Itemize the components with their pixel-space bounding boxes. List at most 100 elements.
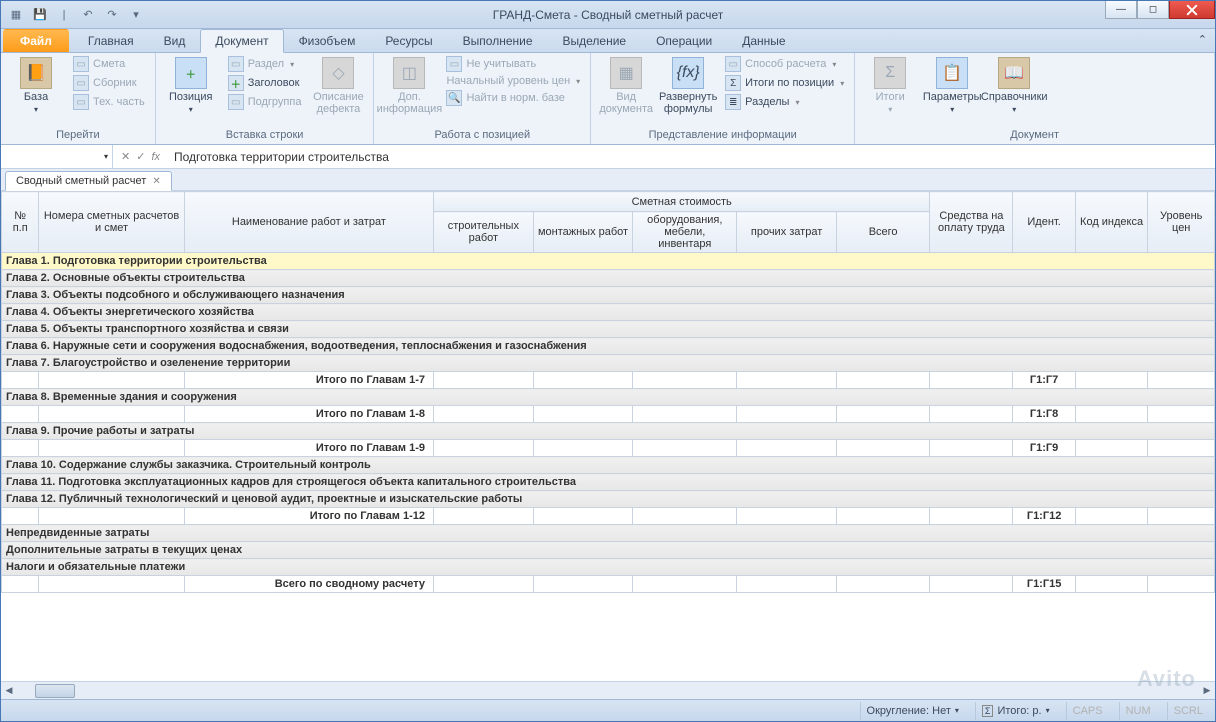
ribbon-tabs: Файл Главная Вид Документ Физобъем Ресур… [1, 29, 1215, 53]
table-row[interactable]: Итого по Главам 1-9Г1:Г9 [2, 440, 1215, 457]
sections-button[interactable]: ≣Разделы▾ [721, 93, 848, 111]
data-table[interactable]: № п.п Номера сметных расчетов и смет Наи… [1, 191, 1215, 593]
col-labor[interactable]: Средства на оплату труда [930, 192, 1013, 253]
col-cost-group[interactable]: Сметная стоимость [434, 192, 930, 212]
grid-area: № п.п Номера сметных расчетов и смет Наи… [1, 191, 1215, 699]
table-row[interactable]: Глава 8. Временные здания и сооружения [2, 389, 1215, 406]
addinfo-button[interactable]: ◫ Доп. информация [380, 55, 438, 117]
table-row[interactable]: Непредвиденные затраты [2, 525, 1215, 542]
table-row[interactable]: Итого по Главам 1-7Г1:Г7 [2, 372, 1215, 389]
fx-accept-icon[interactable]: ✓ [136, 150, 145, 163]
col-mount[interactable]: монтажных работ [533, 212, 633, 253]
table-row[interactable]: Глава 5. Объекты транспортного хозяйства… [2, 321, 1215, 338]
table-row[interactable]: Глава 9. Прочие работы и затраты [2, 423, 1215, 440]
table-row[interactable]: Глава 10. Содержание службы заказчика. С… [2, 457, 1215, 474]
col-ident[interactable]: Идент. [1013, 192, 1075, 253]
formula-bar: ▾ ✕ ✓ fx Подготовка территории строитель… [1, 145, 1215, 169]
techpart-icon: ▭ [73, 94, 89, 110]
params-button[interactable]: 📋 Параметры ▾ [923, 55, 981, 116]
table-row[interactable]: Глава 2. Основные объекты строительства [2, 270, 1215, 287]
document-tab-close-icon[interactable]: ✕ [152, 176, 160, 187]
table-row[interactable]: Дополнительные затраты в текущих ценах [2, 542, 1215, 559]
table-row[interactable]: Глава 1. Подготовка территории строитель… [2, 253, 1215, 270]
tab-resources[interactable]: Ресурсы [370, 29, 447, 52]
totals-icon: Σ [725, 75, 741, 91]
qat-dropdown-icon[interactable]: ▾ [127, 6, 145, 24]
table-row[interactable]: Глава 4. Объекты энергетического хозяйст… [2, 304, 1215, 321]
tab-main[interactable]: Главная [73, 29, 149, 52]
subgroup-button[interactable]: ▭Подгруппа [224, 93, 306, 111]
refs-button[interactable]: 📖 Справочники ▾ [985, 55, 1043, 116]
document-tab[interactable]: Сводный сметный расчет ✕ [5, 171, 172, 191]
cell-reference-box[interactable]: ▾ [1, 145, 113, 168]
ignore-button[interactable]: ▭Не учитывать [442, 55, 584, 73]
totals-button[interactable]: Σ Итоги ▾ [861, 55, 919, 116]
col-build[interactable]: строительных работ [434, 212, 534, 253]
table-row[interactable]: Глава 6. Наружные сети и сооружения водо… [2, 338, 1215, 355]
table-row[interactable]: Итого по Главам 1-8Г1:Г8 [2, 406, 1215, 423]
table-row[interactable]: Глава 7. Благоустройство и озеленение те… [2, 355, 1215, 372]
docview-icon: ▦ [610, 57, 642, 89]
section-button[interactable]: ▭Раздел▾ [224, 55, 306, 73]
defect-icon: ◇ [322, 57, 354, 89]
title-bar: ▦ 💾 | ↶ ↷ ▾ ГРАНД-Смета - Сводный сметны… [1, 1, 1215, 29]
defect-desc-button[interactable]: ◇ Описание дефекта [309, 55, 367, 117]
col-name[interactable]: Наименование работ и затрат [184, 192, 433, 253]
scroll-right-icon[interactable]: ▶ [1199, 683, 1215, 699]
scroll-left-icon[interactable]: ◀ [1, 683, 17, 699]
table-row[interactable]: Итого по Главам 1-12Г1:Г12 [2, 508, 1215, 525]
tab-physvol[interactable]: Физобъем [284, 29, 371, 52]
expand-formulas-button[interactable]: {fx} Развернуть формулы [659, 55, 717, 117]
base-button[interactable]: 📙 База ▾ [7, 55, 65, 116]
fx-cancel-icon[interactable]: ✕ [121, 150, 130, 163]
col-equip[interactable]: оборудования, мебели, инвентаря [633, 212, 737, 253]
close-button[interactable] [1169, 1, 1215, 19]
findnorm-button[interactable]: 🔍Найти в норм. базе [442, 89, 584, 107]
minimize-button[interactable]: — [1105, 1, 1137, 19]
sections-icon: ≣ [725, 94, 741, 110]
docview-button[interactable]: ▦ Вид документа [597, 55, 655, 117]
table-row[interactable]: Глава 3. Объекты подсобного и обслуживаю… [2, 287, 1215, 304]
table-row[interactable]: Глава 12. Публичный технологический и це… [2, 491, 1215, 508]
formula-input[interactable]: Подготовка территории строительства [168, 150, 1215, 164]
tab-operations[interactable]: Операции [641, 29, 727, 52]
tab-document[interactable]: Документ [200, 29, 283, 53]
tab-view[interactable]: Вид [149, 29, 201, 52]
horizontal-scrollbar[interactable]: ◀ ▶ [1, 681, 1215, 699]
col-estnum[interactable]: Номера сметных расчетов и смет [39, 192, 184, 253]
ribbon-collapse-icon[interactable]: ⌃ [1198, 33, 1207, 46]
calcmethod-button[interactable]: ▭Способ расчета▾ [721, 55, 848, 73]
collection-button[interactable]: ▭Сборник [69, 74, 149, 92]
estimate-button[interactable]: ▭Смета [69, 55, 149, 73]
ribbon-group-position: ◫ Доп. информация ▭Не учитывать Начальны… [374, 53, 591, 144]
table-row[interactable]: Всего по сводному расчетуГ1:Г15 [2, 576, 1215, 593]
status-sum[interactable]: ΣИтого: р.▾ [975, 702, 1056, 720]
table-row[interactable]: Налоги и обязательные платежи [2, 559, 1215, 576]
col-other[interactable]: прочих затрат [737, 212, 837, 253]
table-row[interactable]: Глава 11. Подготовка эксплуатационных ка… [2, 474, 1215, 491]
tab-data[interactable]: Данные [727, 29, 800, 52]
col-index[interactable]: Код индекса [1075, 192, 1148, 253]
qat-redo-icon[interactable]: ↷ [103, 6, 121, 24]
tab-file[interactable]: Файл [3, 29, 69, 52]
status-rounding[interactable]: Округление: Нет▾ [860, 702, 965, 720]
col-total[interactable]: Всего [836, 212, 929, 253]
maximize-button[interactable]: ◻ [1137, 1, 1169, 19]
qat-undo-icon[interactable]: ↶ [79, 6, 97, 24]
position-button[interactable]: ＋ Позиция ▾ [162, 55, 220, 116]
positiontotals-button[interactable]: ΣИтоги по позиции▾ [721, 74, 848, 92]
qat-save-icon[interactable]: 💾 [31, 6, 49, 24]
techpart-button[interactable]: ▭Тех. часть [69, 93, 149, 111]
ribbon-group-insert-row: ＋ Позиция ▾ ▭Раздел▾ ＋Заголовок ▭Подгруп… [156, 53, 375, 144]
tab-execution[interactable]: Выполнение [448, 29, 548, 52]
col-num[interactable]: № п.п [2, 192, 39, 253]
subgroup-icon: ▭ [228, 94, 244, 110]
col-level[interactable]: Уровень цен [1148, 192, 1215, 253]
header-button[interactable]: ＋Заголовок [224, 74, 306, 92]
position-icon: ＋ [175, 57, 207, 89]
tab-selection[interactable]: Выделение [548, 29, 642, 52]
baseprice-button[interactable]: Начальный уровень цен▾ [442, 74, 584, 88]
scroll-thumb[interactable] [35, 684, 75, 698]
app-icon: ▦ [7, 6, 25, 24]
section-icon: ▭ [228, 56, 244, 72]
